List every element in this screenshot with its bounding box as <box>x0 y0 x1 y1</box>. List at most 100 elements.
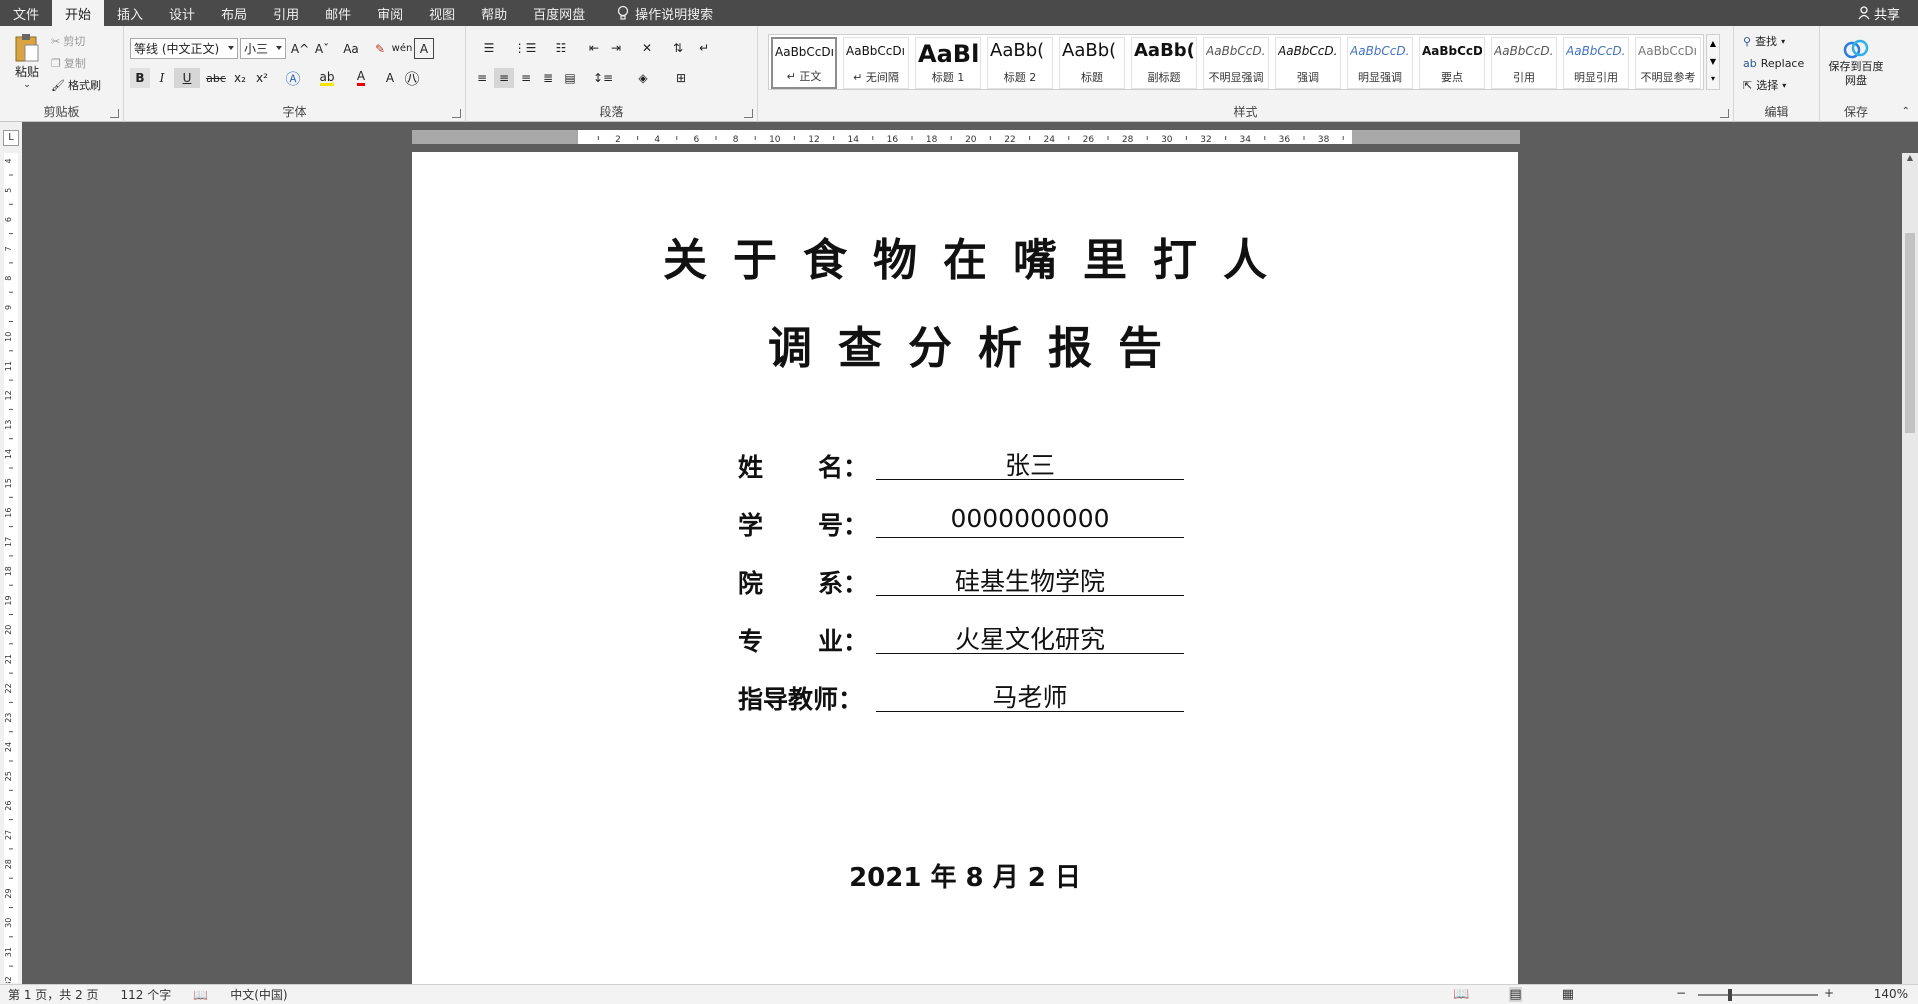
tab-review[interactable]: 审阅 <box>364 0 416 26</box>
tab-mailings[interactable]: 邮件 <box>312 0 364 26</box>
line-spacing-icon[interactable]: ↕≡ <box>586 68 620 88</box>
phonetic-guide-icon[interactable]: wén <box>392 38 413 59</box>
copy-button[interactable]: ❐ 复制 <box>50 54 87 72</box>
highlight-icon[interactable]: ab <box>312 68 342 88</box>
tab-insert[interactable]: 插入 <box>104 0 156 26</box>
replace-button[interactable]: ab Replace <box>1742 54 1805 72</box>
style-item[interactable]: AaBbCcD. 明显强调 <box>1347 37 1413 89</box>
save-to-baidu-button[interactable]: 保存到百度网盘 <box>1826 32 1886 94</box>
chevron-down-icon[interactable]: ▼ <box>1707 53 1719 71</box>
style-item[interactable]: AaBbCcDı 不明显参考 <box>1635 37 1701 89</box>
tab-layout[interactable]: 布局 <box>208 0 260 26</box>
style-item[interactable]: AaBbCcD. 强调 <box>1275 37 1341 89</box>
dialog-launcher-icon[interactable] <box>744 109 753 118</box>
font-name-combo[interactable]: 等线 (中文正文) <box>130 38 238 59</box>
zoom-out-icon[interactable]: − <box>1676 986 1686 1000</box>
bold-button[interactable]: B <box>130 68 150 88</box>
print-layout-icon[interactable]: ▤ <box>1509 987 1522 1002</box>
enclose-characters-icon[interactable]: ㊇ <box>402 68 422 88</box>
tab-baidu-netdisk[interactable]: 百度网盘 <box>520 0 598 26</box>
style-item[interactable]: AaBbCcD. 不明显强调 <box>1203 37 1269 89</box>
cut-button[interactable]: ✂ 剪切 <box>50 32 86 50</box>
sort-icon[interactable]: ⇅ <box>666 38 690 58</box>
document-page[interactable]: 关于食物在嘴里打人 调查分析报告 姓 名： 张三学 号： 0000000000 院 系： 硅基… <box>412 152 1518 984</box>
align-center-icon[interactable]: ≡ <box>494 68 514 88</box>
zoom-in-icon[interactable]: + <box>1824 986 1834 1000</box>
proofing-icon[interactable]: 📖 <box>193 988 208 1002</box>
align-left-icon[interactable]: ≡ <box>472 68 492 88</box>
dialog-launcher-icon[interactable] <box>452 109 461 118</box>
scrollbar-thumb[interactable] <box>1905 233 1915 433</box>
more-styles-icon[interactable]: ▾ <box>1707 71 1719 87</box>
dialog-launcher-icon[interactable] <box>110 109 119 118</box>
format-painter-button[interactable]: 🖌 格式刷 <box>50 76 102 94</box>
style-item[interactable]: AaBb(标题 <box>1059 37 1125 89</box>
dialog-launcher-icon[interactable] <box>1720 109 1729 118</box>
tab-view[interactable]: 视图 <box>416 0 468 26</box>
vertical-ruler[interactable]: 4 5 6 7 8 9 10 11 12 13 14 15 16 17 18 19 20 21 22 23 24 25 26… <box>4 153 18 996</box>
field-value[interactable]: 0000000000 <box>876 504 1184 538</box>
select-button[interactable]: ⇱ 选择 ▾ <box>1742 76 1787 94</box>
justify-icon[interactable]: ≣ <box>538 68 558 88</box>
tab-design[interactable]: 设计 <box>156 0 208 26</box>
field-value[interactable]: 张三 <box>876 446 1184 480</box>
word-count[interactable]: 112 个字 <box>121 986 172 1003</box>
underline-button[interactable]: U <box>174 68 200 88</box>
chevron-up-icon[interactable]: ▲ <box>1707 35 1719 53</box>
font-size-combo[interactable]: 小三 <box>240 38 286 59</box>
superscript-button[interactable]: x² <box>252 68 272 88</box>
field-value[interactable]: 马老师 <box>876 678 1184 712</box>
numbering-icon[interactable]: ⋮☰ <box>508 38 542 58</box>
zoom-level[interactable]: 140% <box>1874 987 1908 1001</box>
style-item[interactable]: AaBbCcD 要点 <box>1419 37 1485 89</box>
decrease-indent-icon[interactable]: ⇤ <box>584 38 604 58</box>
chinese-layout-icon[interactable]: ✕ <box>632 38 662 58</box>
collapse-ribbon-icon[interactable]: ⌃ <box>1902 106 1910 117</box>
shading-icon[interactable]: ◈ <box>626 68 660 88</box>
style-item[interactable]: AaBbCcD. 明显引用 <box>1563 37 1629 89</box>
align-right-icon[interactable]: ≡ <box>516 68 536 88</box>
character-shading-icon[interactable]: A <box>380 68 400 88</box>
borders-icon[interactable]: ⊞ <box>664 68 698 88</box>
change-case-button[interactable]: Aa <box>336 38 366 59</box>
strikethrough-button[interactable]: abc <box>204 68 228 88</box>
page-count[interactable]: 第 1 页，共 2 页 <box>8 986 99 1003</box>
character-border-icon[interactable]: A <box>414 38 434 59</box>
italic-button[interactable]: I <box>152 68 172 88</box>
style-item[interactable]: AaBbCcDı ↵ 无间隔 <box>843 37 909 89</box>
read-mode-icon[interactable]: 📖 <box>1453 987 1469 1002</box>
tab-selector[interactable]: L <box>3 130 19 146</box>
increease-indent-icon[interactable]: ⇥ <box>606 38 626 58</box>
field-value[interactable]: 硅基生物学院 <box>876 562 1184 596</box>
paste-button[interactable]: 粘贴 ⌄ <box>6 30 48 92</box>
style-item[interactable]: AaBbCcDı ↵ 正文 <box>771 37 837 89</box>
clear-formatting-icon[interactable]: ✎ <box>370 38 390 59</box>
style-item[interactable]: AaBbCcD. 引用 <box>1491 37 1557 89</box>
show-marks-icon[interactable]: ↵ <box>694 38 714 58</box>
text-effects-icon[interactable]: Ⓐ <box>278 68 308 88</box>
language-indicator[interactable]: 中文(中国) <box>230 986 287 1003</box>
font-color-button[interactable]: A <box>346 68 376 88</box>
field-value[interactable]: 火星文化研究 <box>876 620 1184 654</box>
gallery-scroll[interactable]: ▲ ▼ ▾ <box>1706 34 1720 90</box>
zoom-slider[interactable] <box>1698 994 1818 996</box>
web-layout-icon[interactable]: ▦ <box>1562 987 1574 1002</box>
tab-home[interactable]: 开始 <box>52 0 105 26</box>
distributed-icon[interactable]: ▤ <box>560 68 580 88</box>
subscript-button[interactable]: x₂ <box>230 68 250 88</box>
horizontal-ruler[interactable]: 8642246810121416182022242628303234363840… <box>412 130 1540 145</box>
tab-help[interactable]: 帮助 <box>468 0 520 26</box>
tell-me-search[interactable]: 操作说明搜索 <box>598 0 726 26</box>
multilevel-list-icon[interactable]: ☷ <box>544 38 578 58</box>
chevron-up-icon[interactable]: ▲ <box>1902 153 1918 162</box>
zoom-slider-thumb[interactable] <box>1728 989 1732 1001</box>
style-item[interactable]: AaBb(副标题 <box>1131 37 1197 89</box>
shrink-font-button[interactable]: Aˇ <box>312 38 332 59</box>
find-button[interactable]: ⚲ 查找 ▾ <box>1742 32 1786 50</box>
vertical-scrollbar[interactable]: ▲ <box>1902 153 1918 984</box>
tab-file[interactable]: 文件 <box>0 0 52 26</box>
style-item[interactable]: AaBl 标题 1 <box>915 37 981 89</box>
bullets-icon[interactable]: ☰ <box>472 38 506 58</box>
grow-font-button[interactable]: A^ <box>290 38 310 59</box>
style-item[interactable]: AaBb(标题 2 <box>987 37 1053 89</box>
